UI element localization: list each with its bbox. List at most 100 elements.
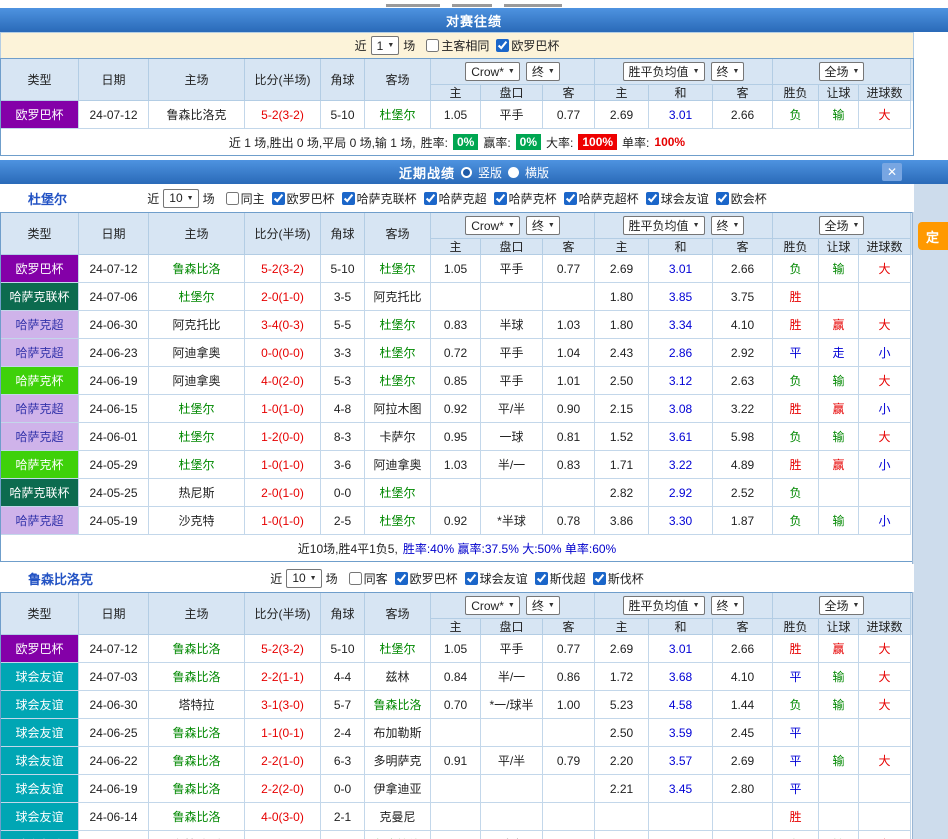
sub-col-draw: 和 (649, 85, 713, 101)
result-handicap-cell: 输 (819, 831, 859, 839)
league-filter-checkbox[interactable] (496, 39, 509, 52)
handicap-home-odds-cell: 0.72 (431, 339, 481, 367)
lose-odds-cell: 4.10 (713, 663, 773, 691)
win-odds-cell (595, 803, 649, 831)
odds-source-select[interactable]: Crow*▼ (465, 216, 520, 235)
sub-col-result-wdl: 胜负 (773, 619, 819, 635)
sub-col-result-goals: 进球数 (859, 85, 911, 101)
odds-source-value: Crow* (471, 65, 504, 79)
league-filter[interactable]: 欧罗巴杯 (388, 570, 458, 587)
draw-odds-cell: 3.01 (649, 635, 713, 663)
league-cell: 球会友谊 (1, 691, 79, 719)
table-row: 球会友谊 24-06-14 鲁森比洛 4-0(3-0) 2-1 克曼尼 胜 (1, 803, 913, 831)
handicap-odds-group: Crow*▼ 终▼ (431, 593, 595, 619)
away-team-cell: 鲁森比洛 (365, 691, 431, 719)
sub-col-hcp-away: 客 (543, 619, 595, 635)
scope-select[interactable]: 全场▼ (819, 62, 865, 81)
odds-source-select[interactable]: Crow*▼ (465, 596, 520, 615)
league-filter[interactable]: 哈萨克超杯 (557, 190, 639, 207)
league-filter-checkbox[interactable] (424, 192, 437, 205)
lose-odds-cell: 3.75 (713, 283, 773, 311)
vertical-layout-radio[interactable] (461, 167, 472, 178)
league-filter-label: 球会友谊 (661, 190, 709, 207)
league-filter[interactable]: 主客相同 (419, 37, 489, 54)
result-wdl-cell: 负 (773, 367, 819, 395)
league-filter[interactable]: 球会友谊 (639, 190, 709, 207)
close-button[interactable]: ✕ (882, 163, 902, 181)
league-filter[interactable]: 同主 (219, 190, 265, 207)
league-filter[interactable]: 欧罗巴杯 (489, 37, 559, 54)
sub-col-hcp-away: 客 (543, 85, 595, 101)
win-odds-cell: 1.80 (595, 311, 649, 339)
league-filter-checkbox[interactable] (426, 39, 439, 52)
league-filter-checkbox[interactable] (395, 572, 408, 585)
col-date: 日期 (79, 213, 149, 255)
odds-final-select[interactable]: 终▼ (526, 62, 560, 81)
score-cell: 5-2(3-2) (245, 255, 321, 283)
score-cell: 1-0(1-0) (245, 507, 321, 535)
league-filter-checkbox[interactable] (342, 192, 355, 205)
league-cell: 哈萨克联杯 (1, 479, 79, 507)
handicap-cell (481, 775, 543, 803)
league-filter-checkbox[interactable] (226, 192, 239, 205)
result-wdl-cell: 平 (773, 663, 819, 691)
draw-odds-cell: 3.08 (649, 395, 713, 423)
away-team-cell: 阿拉木图 (365, 395, 431, 423)
league-filter[interactable]: 斯伐杯 (586, 570, 644, 587)
sub-col-win: 主 (595, 85, 649, 101)
handicap-away-odds-cell: 1.03 (543, 311, 595, 339)
wdl-final-select[interactable]: 终▼ (711, 216, 745, 235)
h2h-near-count-select[interactable]: 1▼ (371, 36, 400, 55)
wdl-average-select[interactable]: 胜平负均值▼ (623, 62, 705, 81)
league-filter-checkbox[interactable] (593, 572, 606, 585)
corner-cell: 2-5 (321, 507, 365, 535)
wdl-final-select[interactable]: 终▼ (711, 596, 745, 615)
col-away: 客场 (365, 593, 431, 635)
team2-near-count-select[interactable]: 10▼ (286, 569, 321, 588)
league-filter-checkbox[interactable] (564, 192, 577, 205)
league-filter-checkbox[interactable] (716, 192, 729, 205)
league-filter-checkbox[interactable] (349, 572, 362, 585)
league-filter[interactable]: 哈萨克杯 (487, 190, 557, 207)
league-filter[interactable]: 球会友谊 (458, 570, 528, 587)
away-team-cell: 多明萨克 (365, 747, 431, 775)
table-row: 哈萨克超 24-06-15 杜堡尔 1-0(1-0) 4-8 阿拉木图 0.92… (1, 395, 913, 423)
scope-select[interactable]: 全场▼ (819, 596, 865, 615)
wdl-average-select[interactable]: 胜平负均值▼ (623, 216, 705, 235)
league-filter[interactable]: 斯伐超 (528, 570, 586, 587)
league-filter-checkbox[interactable] (646, 192, 659, 205)
result-handicap-cell (819, 775, 859, 803)
league-filter[interactable]: 欧罗巴杯 (265, 190, 335, 207)
result-handicap-cell: 输 (819, 255, 859, 283)
win-rate-badge: 0% (453, 134, 478, 150)
away-team-cell: 鲁森比洛 (365, 831, 431, 839)
result-goals-cell (859, 775, 911, 803)
handicap-away-odds-cell: 0.79 (543, 747, 595, 775)
col-score: 比分(半场) (245, 59, 321, 101)
league-filter[interactable]: 哈萨克联杯 (335, 190, 417, 207)
scope-select[interactable]: 全场▼ (819, 216, 865, 235)
league-filter-checkbox[interactable] (535, 572, 548, 585)
date-cell: 24-06-25 (79, 719, 149, 747)
league-filter-checkbox[interactable] (494, 192, 507, 205)
table-row: 球会友谊 24-06-30 塔特拉 3-1(3-0) 5-7 鲁森比洛 0.70… (1, 691, 913, 719)
odds-source-select[interactable]: Crow*▼ (465, 62, 520, 81)
date-cell: 24-05-25 (79, 479, 149, 507)
league-filter[interactable]: 同客 (342, 570, 388, 587)
league-filter-checkbox[interactable] (272, 192, 285, 205)
win-rate-label: 胜率: (421, 134, 448, 151)
score-cell: 1-0(1-0) (245, 451, 321, 479)
league-filter[interactable]: 哈萨克超 (417, 190, 487, 207)
pin-side-tab[interactable]: 定 (918, 222, 948, 250)
odds-final-select[interactable]: 终▼ (526, 596, 560, 615)
league-filter-checkbox[interactable] (465, 572, 478, 585)
away-team-cell: 杜堡尔 (365, 479, 431, 507)
score-cell: 2-2(2-0) (245, 775, 321, 803)
wdl-final-select[interactable]: 终▼ (711, 62, 745, 81)
odds-final-select[interactable]: 终▼ (526, 216, 560, 235)
horizontal-layout-radio[interactable] (508, 167, 519, 178)
team1-near-count-select[interactable]: 10▼ (163, 189, 198, 208)
wdl-average-select[interactable]: 胜平负均值▼ (623, 596, 705, 615)
win-odds-cell: 2.15 (595, 395, 649, 423)
league-filter[interactable]: 欧会杯 (709, 190, 767, 207)
